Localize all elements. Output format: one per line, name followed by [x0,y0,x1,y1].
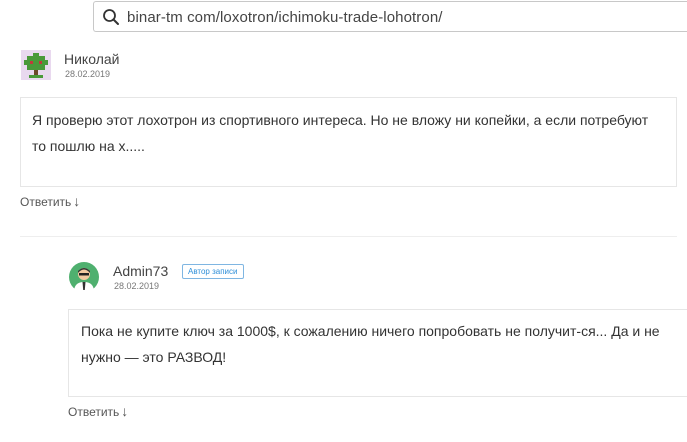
comment-author[interactable]: Admin73 [113,263,168,279]
address-bar[interactable]: binar-tm com/loxotron/ichimoku-trade-loh… [93,1,687,32]
admin-avatar [69,262,99,292]
comment-date: 28.02.2019 [114,281,160,291]
reply-label: Ответить [68,405,120,419]
browser-toolbar: binar-tm com/loxotron/ichimoku-trade-loh… [0,0,687,38]
arrow-down-icon: ↓ [73,193,81,209]
author-badge: Автор записи [182,264,244,279]
green-identicon-avatar [21,50,51,80]
address-bar-url[interactable]: binar-tm com/loxotron/ichimoku-trade-loh… [127,9,443,26]
comment-body: Я проверю этот лохотрон из спортивного и… [20,97,677,187]
arrow-down-icon: ↓ [121,403,129,419]
divider [20,236,677,237]
reply-label: Ответить [20,195,72,209]
comment-text: Я проверю этот лохотрон из спортивного и… [32,112,649,154]
comment-date: 28.02.2019 [65,69,111,79]
comment-author[interactable]: Николай [64,51,119,67]
search-icon [103,9,119,25]
comment-body: Пока не купите ключ за 1000$, к сожалени… [68,309,687,397]
reply-button[interactable]: Ответить ↓ [68,403,128,419]
reply-button[interactable]: Ответить ↓ [20,193,80,209]
comment-text: Пока не купите ключ за 1000$, к сожалени… [81,323,660,365]
